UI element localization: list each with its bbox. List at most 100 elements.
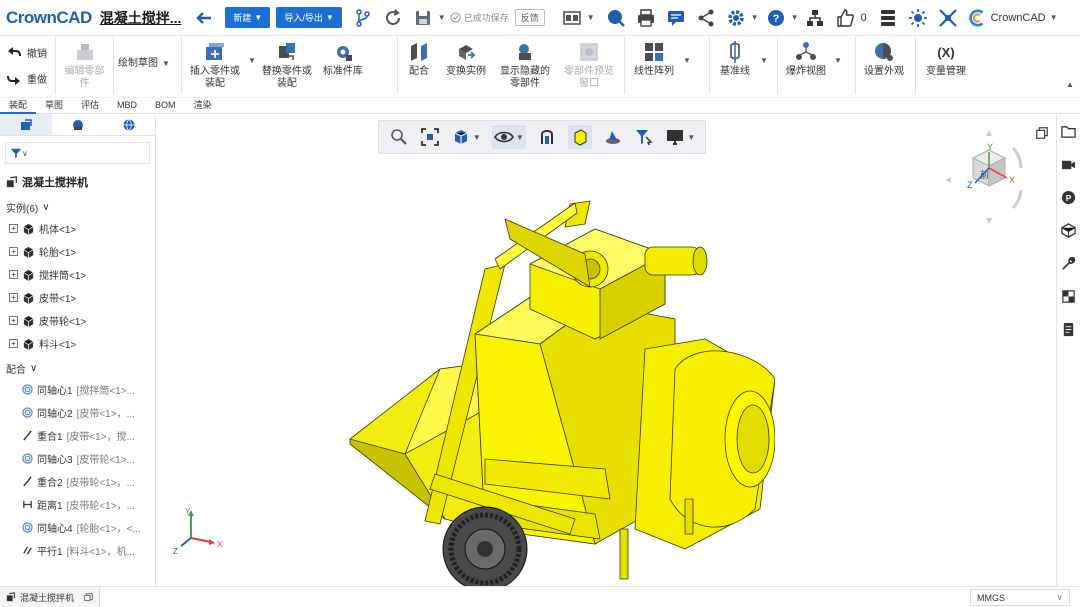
comment-icon[interactable] (665, 7, 687, 29)
wheel[interactable] (442, 506, 528, 589)
tree-item-mate[interactable]: 同轴心1 [搅拌筒<1>... (0, 378, 155, 401)
folder-icon[interactable] (1061, 124, 1076, 142)
tree-item-mate[interactable]: 重合1 [皮带<1>，搅... (0, 424, 155, 447)
tab-evaluate[interactable]: 评估 (72, 98, 108, 114)
search-icon[interactable] (605, 7, 627, 29)
import-export-button[interactable]: 导入/导出 ▼ (276, 7, 342, 28)
share-icon[interactable] (695, 7, 717, 29)
instances-section-header[interactable]: 实例(6) ∨ (0, 194, 155, 217)
redo-button[interactable]: 重做 (6, 70, 47, 86)
visibility-button[interactable]: ▼ (491, 125, 526, 149)
variable-management-button[interactable]: (X) 变量管理 (916, 40, 976, 78)
wrench-icon[interactable] (1061, 256, 1076, 274)
reference-line-button[interactable]: 基准线 (710, 40, 760, 78)
undo-button[interactable]: 撤销 (6, 44, 47, 60)
ribbon-collapse-icon[interactable]: ▲ (1066, 80, 1074, 89)
linear-pattern-button[interactable]: 线性阵列 (625, 40, 683, 78)
help-icon[interactable]: ? (765, 7, 787, 29)
expand-icon[interactable]: + (9, 224, 18, 233)
expand-icon[interactable]: + (9, 293, 18, 302)
expand-icon[interactable]: + (9, 339, 18, 348)
tree-item-instance[interactable]: + 轮胎<1> (0, 240, 155, 263)
restore-window-icon[interactable] (1035, 126, 1049, 143)
selection-filter-icon[interactable] (634, 127, 654, 147)
new-button[interactable]: 新建 ▼ (225, 7, 271, 28)
chevron-down-icon[interactable]: ▼ (438, 13, 446, 22)
document-title[interactable]: 混凝土搅拌... (100, 8, 182, 28)
fullscreen-icon[interactable] (937, 7, 959, 29)
tree-item-mate[interactable]: 同轴心3 [皮带轮<1>... (0, 447, 155, 470)
chevron-down-icon[interactable]: ▼ (683, 40, 691, 65)
panel-tab-globe[interactable] (103, 114, 155, 135)
replace-part-button[interactable]: 替换零件或装配 (256, 40, 318, 90)
zoom-icon[interactable] (389, 127, 409, 147)
tree-item-instance[interactable]: + 料斗<1> (0, 332, 155, 355)
mate-button[interactable]: 配合 (398, 40, 440, 78)
window-layout-icon[interactable] (561, 7, 583, 29)
video-icon[interactable] (1061, 157, 1076, 175)
part-preview-window-button[interactable]: 零部件预览窗口 (558, 40, 620, 90)
chevron-down-icon[interactable]: ▼ (760, 40, 768, 65)
expand-icon[interactable]: + (9, 247, 18, 256)
feedback-button[interactable]: 反馈 (514, 9, 545, 26)
view-orientation-button[interactable]: ▼ (451, 127, 481, 147)
appearance-view-icon[interactable] (603, 127, 623, 147)
hierarchy-icon[interactable] (804, 7, 826, 29)
insert-part-button[interactable]: 插入零件或装配 (182, 40, 248, 90)
tree-item-mate[interactable]: 距离1 [皮带轮<1>，... (0, 493, 155, 516)
mates-section-header[interactable]: 配合 ∨ (0, 355, 155, 378)
tab-mbd[interactable]: MBD (108, 98, 146, 114)
app-logo[interactable]: CrownCAD (6, 8, 92, 28)
tab-sketch[interactable]: 草图 (36, 98, 72, 114)
tree-item-instance[interactable]: + 机体<1> (0, 217, 155, 240)
checker-icon[interactable] (1061, 289, 1076, 307)
concrete-mixer-model[interactable] (345, 199, 775, 589)
zoom-fit-icon[interactable] (420, 127, 440, 147)
chevron-down-icon[interactable]: ▼ (791, 13, 799, 22)
expand-icon[interactable]: + (9, 270, 18, 279)
transform-instance-button[interactable]: 变换实例 (440, 40, 492, 78)
tree-filter[interactable]: ∨ (5, 142, 150, 164)
tab-render[interactable]: 渲染 (185, 98, 221, 114)
back-arrow-icon[interactable] (193, 7, 215, 29)
view-cube[interactable]: 前 X Y Z (943, 128, 1033, 238)
units-select[interactable]: MMGS ∨ (970, 589, 1070, 606)
section-view-icon[interactable] (537, 127, 557, 147)
tree-item-mate[interactable]: 平行1 [料斗<1>，机... (0, 539, 155, 560)
standard-library-button[interactable]: 标准件库 (318, 40, 368, 78)
branch-icon[interactable] (352, 7, 374, 29)
show-hidden-parts-button[interactable]: 显示隐藏的零部件 (492, 40, 558, 90)
3d-viewport[interactable]: ▼ ▼ ▼ 前 X Y Z Y X Z (157, 114, 1056, 589)
explode-view-button[interactable]: 爆炸视图 (778, 40, 834, 78)
settings-gear-icon[interactable] (725, 7, 747, 29)
chevron-down-icon[interactable]: ▼ (248, 40, 256, 65)
sketch-button[interactable]: 绘制草图 ▼ (114, 40, 174, 70)
thumbs-up-icon[interactable] (834, 7, 856, 29)
save-icon[interactable] (412, 7, 434, 29)
tab-restore-icon[interactable] (84, 592, 93, 602)
tree-item-instance[interactable]: + 搅拌筒<1> (0, 263, 155, 286)
chevron-down-icon[interactable]: ▼ (751, 13, 759, 22)
tree-root-assembly[interactable]: 混凝土搅拌机 (0, 170, 155, 194)
database-icon[interactable] (877, 7, 899, 29)
print-icon[interactable] (635, 7, 657, 29)
materials-icon[interactable] (1061, 223, 1076, 241)
set-appearance-button[interactable]: 设置外观 (856, 40, 912, 78)
notes-icon[interactable] (1061, 322, 1076, 340)
panel-tab-tree[interactable] (0, 114, 52, 135)
brand-menu[interactable]: CrownCAD ▼ (968, 8, 1058, 27)
tree-item-mate[interactable]: 重合2 [皮带轮<1>，... (0, 470, 155, 493)
tree-item-mate[interactable]: 同轴心2 [皮带<1>，... (0, 401, 155, 424)
sun-icon[interactable] (907, 7, 929, 29)
refresh-icon[interactable] (382, 7, 404, 29)
chevron-down-icon[interactable]: ▼ (834, 40, 842, 65)
tab-bom[interactable]: BOM (146, 98, 185, 114)
tree-item-instance[interactable]: + 皮带轮<1> (0, 309, 155, 332)
panel-tab-properties[interactable] (52, 114, 104, 135)
tree-item-mate[interactable]: 同轴心4 [轮胎<1>，<... (0, 516, 155, 539)
edit-part-button[interactable]: 编辑零部件 (56, 40, 113, 90)
display-settings-button[interactable]: ▼ (665, 127, 695, 147)
expand-icon[interactable]: + (9, 316, 18, 325)
display-style-icon[interactable] (568, 125, 593, 149)
tab-assembly[interactable]: 装配 (0, 98, 37, 114)
